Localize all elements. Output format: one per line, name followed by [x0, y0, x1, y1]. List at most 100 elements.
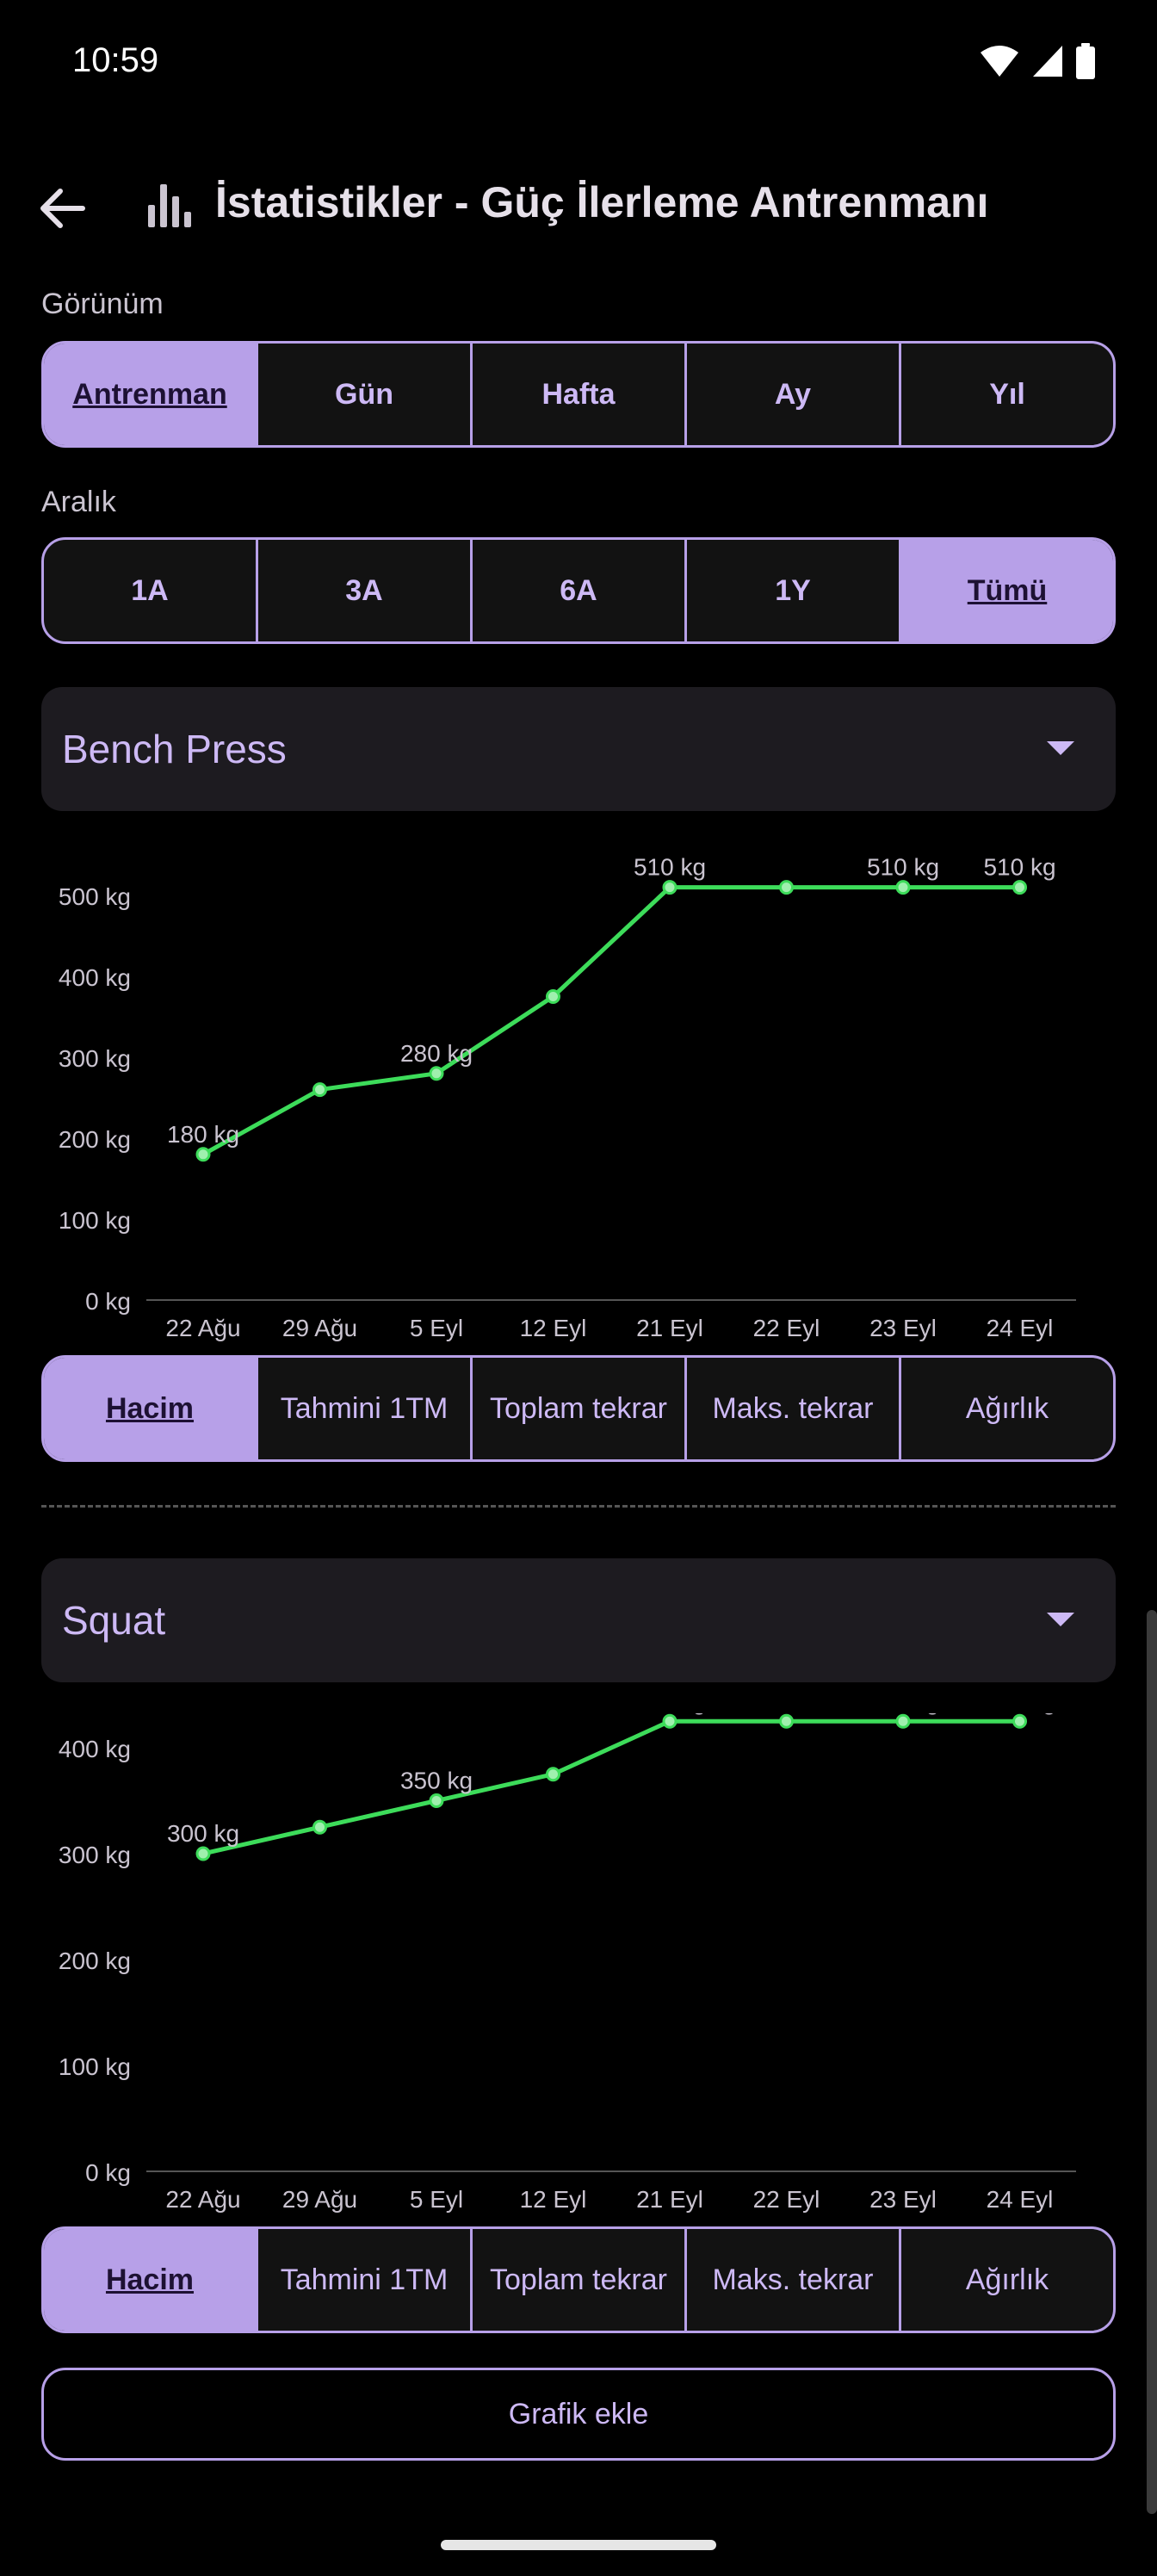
y-tick-label: 500 kg	[59, 883, 131, 910]
range-option-6a[interactable]: 6A	[470, 540, 684, 641]
data-point	[662, 1713, 677, 1729]
metric-option-tahmini-1tm[interactable]: Tahmini 1TM	[256, 1358, 470, 1459]
x-tick-label: 29 Ağu	[282, 2186, 357, 2213]
view-option-ay[interactable]: Ay	[684, 344, 899, 445]
y-tick-label: 300 kg	[59, 1045, 131, 1072]
status-time: 10:59	[72, 41, 159, 79]
data-point	[779, 1713, 794, 1729]
range-option-tumu[interactable]: Tümü	[899, 540, 1113, 641]
y-tick-label: 100 kg	[59, 1207, 131, 1234]
bench-press-line-chart: 0 kg 100 kg 200 kg 300 kg 400 kg 500 kg 22 Ağu…	[59, 854, 1076, 1341]
wifi-icon	[981, 46, 1018, 77]
data-point	[195, 1846, 211, 1861]
data-label: 425 kg	[983, 1713, 1055, 1714]
data-point	[779, 880, 794, 895]
range-option-3a[interactable]: 3A	[256, 540, 470, 641]
data-label: 510 kg	[634, 854, 706, 881]
data-point	[312, 1819, 327, 1835]
data-point	[546, 989, 560, 1004]
data-point	[662, 880, 677, 895]
data-point	[429, 1793, 444, 1808]
view-label: Görünüm	[41, 288, 164, 320]
back-button[interactable]	[26, 172, 98, 245]
range-option-1y[interactable]: 1Y	[684, 540, 899, 641]
data-point	[546, 1767, 560, 1782]
signal-icon	[1033, 46, 1062, 77]
data-point	[895, 880, 911, 895]
x-tick-label: 23 Eyl	[869, 2186, 937, 2213]
range-segmented-control: 1A 3A 6A 1Y Tümü	[41, 537, 1116, 644]
x-tick-label: 23 Eyl	[869, 1315, 937, 1341]
data-point	[429, 1066, 444, 1081]
data-point	[195, 1147, 211, 1162]
x-tick-label: 21 Eyl	[636, 2186, 703, 2213]
bench-press-metric-selector: Hacim Tahmini 1TM Toplam tekrar Maks. te…	[41, 1355, 1116, 1462]
x-tick-label: 5 Eyl	[410, 1315, 463, 1341]
data-point	[312, 1082, 327, 1098]
data-label: 300 kg	[167, 1820, 239, 1847]
arrow-back-icon	[40, 189, 85, 228]
metric-option-toplam-tekrar[interactable]: Toplam tekrar	[470, 2229, 684, 2331]
exercise-dropdown-label: Squat	[62, 1598, 166, 1643]
dropdown-arrow-icon	[1047, 741, 1074, 755]
bar-chart-icon	[148, 184, 191, 227]
data-label: 280 kg	[400, 1040, 473, 1067]
y-tick-label: 100 kg	[59, 2053, 131, 2080]
chart-divider	[41, 1505, 1116, 1508]
exercise-dropdown-squat[interactable]: Squat	[41, 1558, 1116, 1682]
data-point	[895, 1713, 911, 1729]
metric-option-maks-tekrar[interactable]: Maks. tekrar	[684, 1358, 899, 1459]
y-tick-label: 200 kg	[59, 1126, 131, 1153]
y-tick-label: 400 kg	[59, 964, 131, 991]
exercise-dropdown-label: Bench Press	[62, 727, 287, 771]
view-option-hafta[interactable]: Hafta	[470, 344, 684, 445]
metric-option-agirlik[interactable]: Ağırlık	[899, 2229, 1113, 2331]
status-bar: 10:59	[0, 0, 1157, 129]
scrollbar[interactable]	[1147, 1610, 1157, 2514]
x-tick-label: 12 Eyl	[520, 1315, 587, 1341]
data-point	[1012, 1713, 1027, 1729]
exercise-dropdown-bench-press[interactable]: Bench Press	[41, 687, 1116, 811]
data-label: 425 kg	[634, 1713, 706, 1714]
x-tick-label: 5 Eyl	[410, 2186, 463, 2213]
x-tick-label: 22 Ağu	[165, 1315, 240, 1341]
x-tick-label: 24 Eyl	[987, 2186, 1054, 2213]
range-label: Aralık	[41, 486, 116, 518]
metric-option-hacim[interactable]: Hacim	[44, 2229, 256, 2331]
x-tick-label: 12 Eyl	[520, 2186, 587, 2213]
x-tick-label: 22 Eyl	[753, 1315, 820, 1341]
x-tick-label: 22 Eyl	[753, 2186, 820, 2213]
y-tick-label: 0 kg	[85, 2159, 131, 2186]
view-option-yil[interactable]: Yıl	[899, 344, 1113, 445]
range-option-1a[interactable]: 1A	[44, 540, 256, 641]
data-label: 350 kg	[400, 1768, 473, 1794]
y-tick-label: 300 kg	[59, 1842, 131, 1868]
series-line	[201, 885, 1020, 1156]
home-indicator	[441, 2540, 716, 2550]
view-segmented-control: Antrenman Gün Hafta Ay Yıl	[41, 341, 1116, 448]
metric-option-tahmini-1tm[interactable]: Tahmini 1TM	[256, 2229, 470, 2331]
squat-metric-selector: Hacim Tahmini 1TM Toplam tekrar Maks. te…	[41, 2226, 1116, 2333]
x-tick-label: 24 Eyl	[987, 1315, 1054, 1341]
metric-option-maks-tekrar[interactable]: Maks. tekrar	[684, 2229, 899, 2331]
battery-icon	[1076, 43, 1095, 79]
metric-option-hacim[interactable]: Hacim	[44, 1358, 256, 1459]
view-option-antrenman[interactable]: Antrenman	[44, 344, 256, 445]
x-tick-label: 29 Ağu	[282, 1315, 357, 1341]
y-tick-label: 200 kg	[59, 1947, 131, 1974]
data-label: 510 kg	[983, 854, 1055, 881]
data-point	[1012, 880, 1027, 895]
x-tick-label: 22 Ağu	[165, 2186, 240, 2213]
page-title: İstatistikler - Güç İlerleme Antrenmanı	[215, 178, 989, 226]
squat-line-chart: 0 kg 100 kg 200 kg 300 kg 400 kg 22 Ağu 29 Ağu…	[59, 1713, 1076, 2213]
metric-option-toplam-tekrar[interactable]: Toplam tekrar	[470, 1358, 684, 1459]
series-line	[202, 1718, 1020, 1856]
data-label: 180 kg	[167, 1121, 239, 1148]
app-bar: İstatistikler - Güç İlerleme Antrenmanı	[0, 155, 1157, 258]
view-option-gun[interactable]: Gün	[256, 344, 470, 445]
x-tick-label: 21 Eyl	[636, 1315, 703, 1341]
data-label: 425 kg	[867, 1713, 939, 1714]
y-tick-label: 0 kg	[85, 1288, 131, 1315]
add-chart-button[interactable]: Grafik ekle	[41, 2368, 1116, 2461]
metric-option-agirlik[interactable]: Ağırlık	[899, 1358, 1113, 1459]
